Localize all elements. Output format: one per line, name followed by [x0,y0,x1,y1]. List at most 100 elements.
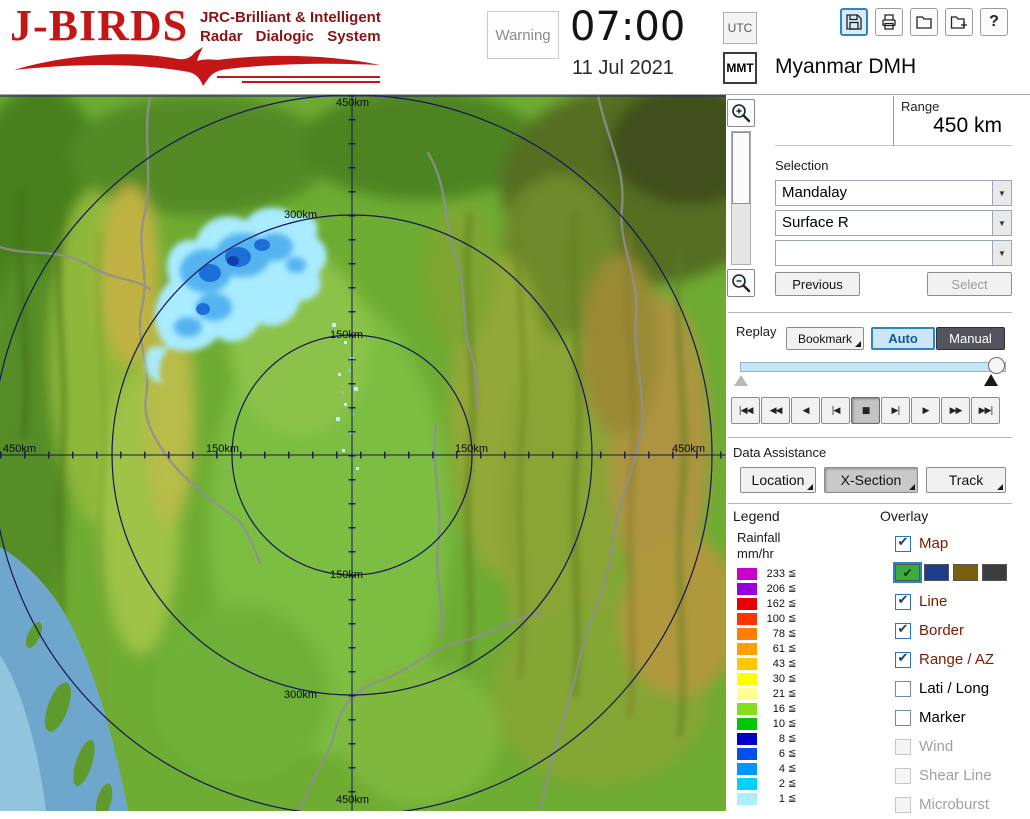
map-style-swatch-2[interactable] [924,564,949,581]
lte-symbol: ≦ [788,763,797,774]
manual-mode-button[interactable]: Manual [936,327,1005,350]
site-dropdown-value: Mandalay [782,184,848,201]
option-dropdown-value [776,241,992,265]
legend-unit-line2: mm/hr [737,546,774,561]
export-button[interactable] [945,8,973,36]
replay-timeline-track[interactable] [740,362,1006,372]
save-button[interactable] [840,8,868,36]
auto-mode-button[interactable]: Auto [871,327,935,350]
map-style-swatch-4[interactable] [982,564,1007,581]
legend-color-swatch [737,597,757,610]
legend-entry: 61 ≦ [737,641,832,656]
map-range-label: 450km [3,443,36,455]
legend-entry: 1 ≦ [737,791,832,806]
legend-value: 2 [778,777,785,790]
warning-button[interactable]: Warning [487,11,559,59]
folder-icon [916,16,932,29]
checkbox-shear-line[interactable] [895,767,911,784]
eagle-logo-icon [14,47,380,86]
timezone-utc-button[interactable]: UTC [723,12,757,44]
play-button[interactable]: ▶ [911,397,940,424]
fast-forward-button[interactable]: ▶▶ [941,397,970,424]
legend-value: 30 [772,672,785,685]
timezone-mmt-button[interactable]: MMT [723,52,757,84]
x-section-button[interactable]: X-Section [824,467,918,493]
legend-color-swatch [737,762,757,775]
overlay-row-shear-line: Shear Line [895,761,1029,790]
clock-time: 07:00 [570,4,686,50]
previous-button[interactable]: Previous [775,272,860,296]
lte-symbol: ≦ [788,598,797,609]
map-style-swatch-3[interactable] [953,564,978,581]
checkbox-map[interactable]: ✔ [895,535,911,552]
stop-button[interactable]: ■ [851,397,880,424]
zoom-in-button[interactable] [727,99,755,127]
overlay-label-marker: Marker [919,709,966,726]
zoom-out-button[interactable] [727,269,755,297]
step-back-button[interactable]: |◀ [821,397,850,424]
checkbox-marker[interactable] [895,709,911,726]
skip-to-end-button[interactable]: ▶▶| [971,397,1000,424]
legend-entry: 16 ≦ [737,701,832,716]
replay-timeline-handle[interactable] [988,357,1005,374]
legend-value: 21 [772,687,785,700]
radar-map-area[interactable]: 450km 300km 150km 150km 300km 450km 450km 150km… [0,85,780,819]
open-folder-button[interactable] [910,8,938,36]
bookmark-button[interactable]: Bookmark [786,327,864,350]
logo-subtitle-line2: Radar Dialogic System [200,28,381,45]
legend-entry: 43 ≦ [737,656,832,671]
chevron-down-icon[interactable]: ▼ [992,211,1011,235]
legend-color-swatch [737,567,757,580]
overlay-row-range-az: ✔ Range / AZ [895,645,1029,674]
legend-color-swatch [737,747,757,760]
zoom-slider-thumb[interactable] [732,132,750,204]
step-forward-button[interactable]: ▶| [881,397,910,424]
fast-rewind-button[interactable]: ◀◀ [761,397,790,424]
legend-value: 206 [766,582,785,595]
print-button[interactable] [875,8,903,36]
product-dropdown-value: Surface R [782,214,849,231]
divider [728,312,1012,314]
overlay-row-wind: Wind [895,732,1029,761]
rainfall-legend: 233 ≦ 206 ≦ 162 ≦ 100 ≦ 78 ≦ 61 ≦ 43 ≦ 30 ≦ 21 ≦ 16 ≦ 10 ≦ 8 ≦ 6… [737,566,832,806]
chevron-down-icon[interactable]: ▼ [992,241,1011,265]
product-dropdown[interactable]: Surface R ▼ [775,210,1012,236]
lte-symbol: ≦ [788,673,797,684]
lte-symbol: ≦ [788,628,797,639]
reverse-play-button[interactable]: ◀ [791,397,820,424]
select-button[interactable]: Select [927,272,1012,296]
legend-unit-line1: Rainfall [737,530,781,545]
checkbox-wind[interactable] [895,738,911,755]
legend-color-swatch [737,672,757,685]
location-button[interactable]: Location [740,467,816,493]
legend-value: 4 [778,762,785,775]
overlay-label-microburst: Microburst [919,796,990,813]
checkbox-range-az[interactable]: ✔ [895,651,911,668]
lte-symbol: ≦ [788,688,797,699]
legend-entry: 21 ≦ [737,686,832,701]
option-dropdown[interactable]: ▼ [775,240,1012,266]
legend-color-swatch [737,717,757,730]
legend-color-swatch [737,792,757,805]
selection-label: Selection [775,158,829,173]
help-button[interactable]: ? [980,8,1008,36]
checkbox-border[interactable]: ✔ [895,622,911,639]
map-style-swatch-1[interactable]: ✔ [893,562,922,583]
checkbox-line[interactable]: ✔ [895,593,911,610]
overlay-label-range-az: Range / AZ [919,651,995,668]
track-button[interactable]: Track [926,467,1006,493]
radar-map[interactable]: 450km 300km 150km 150km 300km 450km 450km 150km… [0,85,780,819]
skip-to-start-button[interactable]: |◀◀ [731,397,760,424]
legend-color-swatch [737,612,757,625]
folder-plus-icon [950,16,967,29]
zoom-slider-track[interactable] [731,131,751,265]
checkbox-microburst[interactable] [895,796,911,813]
legend-label: Legend [733,508,780,524]
check-icon: ✔ [897,651,909,666]
lte-symbol: ≦ [788,568,797,579]
chevron-down-icon[interactable]: ▼ [992,181,1011,205]
site-dropdown[interactable]: Mandalay ▼ [775,180,1012,206]
legend-entry: 4 ≦ [737,761,832,776]
lte-symbol: ≦ [788,718,797,729]
checkbox-lati-long[interactable] [895,680,911,697]
